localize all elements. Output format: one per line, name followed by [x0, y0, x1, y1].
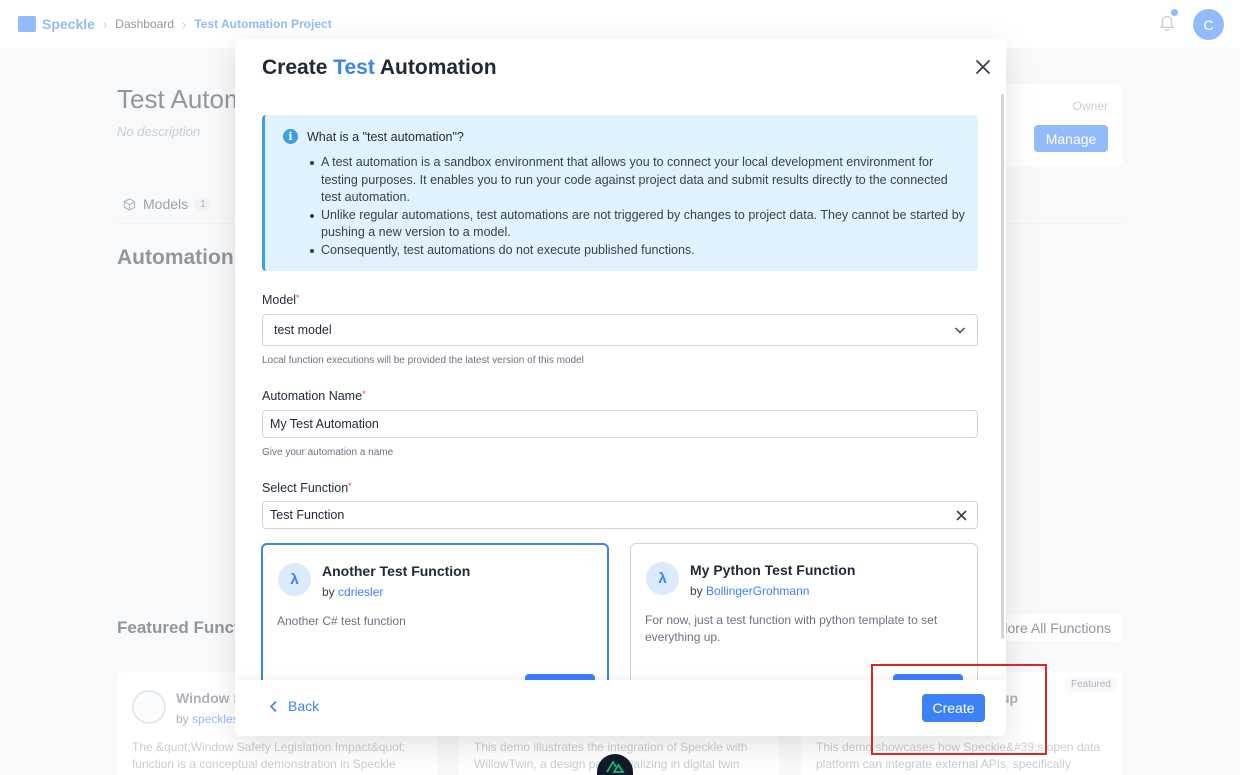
info-callout: i What is a "test automation"? A test au…	[262, 115, 978, 271]
model-label: Model*	[262, 293, 300, 307]
info-title: What is a "test automation"?	[307, 130, 464, 144]
info-list-item: A test automation is a sandbox environme…	[307, 154, 967, 207]
function-search-value: Test Function	[270, 508, 345, 522]
dialog-title: Create Test Automation	[262, 56, 497, 79]
function-card[interactable]: λ Another Test Function by cdriesler Ano…	[261, 543, 609, 694]
close-icon[interactable]	[973, 57, 993, 77]
function-title: My Python Test Function	[690, 562, 856, 578]
automation-name-input[interactable]: My Test Automation	[262, 410, 978, 438]
back-button[interactable]: Back	[269, 698, 319, 714]
function-author: by cdriesler	[322, 585, 384, 599]
dialog-scrollbar[interactable]	[1001, 94, 1004, 639]
back-button-label: Back	[288, 698, 320, 714]
automation-name-help-text: Give your automation a name	[262, 447, 394, 458]
model-select-value: test model	[274, 323, 332, 337]
info-list-item: Consequently, test automations do not ex…	[307, 242, 967, 260]
chevron-left-icon	[269, 700, 277, 712]
automation-name-label: Automation Name*	[262, 389, 366, 403]
function-author-link[interactable]: cdriesler	[338, 585, 383, 599]
lambda-icon: λ	[278, 563, 311, 596]
function-title: Another Test Function	[322, 563, 471, 579]
info-icon: i	[283, 129, 298, 144]
create-test-automation-dialog: Create Test Automation i What is a "test…	[235, 39, 1006, 736]
model-help-text: Local function executions will be provid…	[262, 355, 584, 366]
lambda-icon: λ	[646, 562, 679, 595]
clear-icon[interactable]	[956, 510, 967, 521]
function-author-link[interactable]: BollingerGrohmann	[706, 584, 809, 598]
function-description: For now, just a test function with pytho…	[645, 613, 938, 644]
function-author: by BollingerGrohmann	[690, 584, 810, 598]
info-list: A test automation is a sandbox environme…	[307, 154, 967, 259]
function-description: Another C# test function	[277, 614, 406, 628]
select-function-label: Select Function*	[262, 481, 352, 495]
automation-name-value: My Test Automation	[270, 417, 379, 431]
nuxt-logo-icon	[606, 760, 625, 773]
chevron-down-icon	[955, 327, 965, 334]
info-list-item: Unlike regular automations, test automat…	[307, 207, 967, 242]
model-select[interactable]: test model	[262, 314, 978, 346]
annotation-highlight-box	[871, 664, 1047, 755]
function-search-input[interactable]: Test Function	[262, 501, 978, 529]
